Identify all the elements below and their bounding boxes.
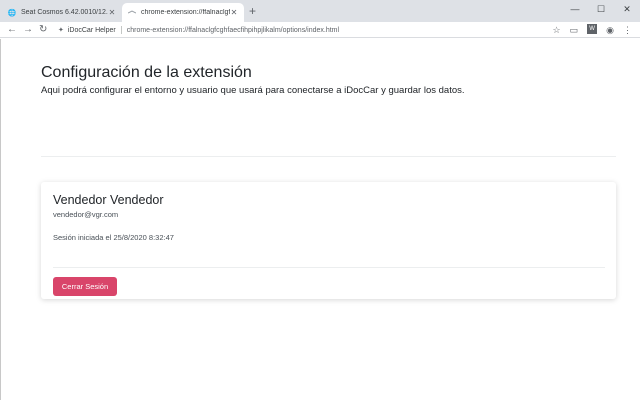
user-email: vendedor@vgr.com: [53, 210, 119, 219]
puzzle-icon: ✦: [58, 27, 64, 34]
profile-icon[interactable]: ◉: [606, 24, 614, 36]
page-description: Aqui podrá configurar el entorno y usuar…: [41, 85, 465, 96]
tab-title: chrome-extension://ffalnaclgfcgh...: [141, 9, 230, 16]
back-button[interactable]: ←: [7, 23, 17, 37]
extension-chip: ✦ iDocCar Helper: [58, 26, 122, 34]
tab-close-icon[interactable]: ✕: [108, 8, 116, 17]
address-bar[interactable]: ✦ iDocCar Helper chrome-extension://ffal…: [58, 23, 591, 37]
card-divider: [53, 267, 605, 268]
new-tab-button[interactable]: +: [249, 4, 256, 18]
extension-action-icon[interactable]: ▭: [570, 24, 579, 36]
page-title: Configuración de la extensión: [41, 64, 252, 81]
logout-button[interactable]: Cerrar Sesión: [53, 277, 117, 296]
url-text[interactable]: chrome-extension://ffalnaclgfcghfaecfihp…: [127, 27, 339, 34]
toolbar-icons: ☆ ▭ W ◉ ⋮: [553, 24, 632, 36]
tab-strip: 🌐 Seat Cosmos 6.42.0010/12.11.1183 ✕ chr…: [0, 0, 640, 22]
close-window-button[interactable]: ✕: [614, 0, 640, 18]
menu-icon[interactable]: ⋮: [623, 24, 632, 36]
tab-seat-cosmos[interactable]: 🌐 Seat Cosmos 6.42.0010/12.11.1183 ✕: [2, 3, 122, 22]
divider: [41, 156, 616, 157]
extension-tab-icon: [128, 9, 136, 17]
extension-chip-label: iDocCar Helper: [67, 26, 116, 34]
forward-button[interactable]: →: [23, 23, 33, 37]
tab-extension-options[interactable]: chrome-extension://ffalnaclgfcgh... ✕: [122, 3, 244, 22]
window-controls: — ☐ ✕: [562, 0, 640, 22]
restore-button[interactable]: ☐: [588, 0, 614, 18]
bookmark-star-icon[interactable]: ☆: [553, 24, 561, 36]
extension-w-icon[interactable]: W: [587, 24, 598, 34]
tab-close-icon[interactable]: ✕: [230, 8, 238, 17]
user-card: Vendedor Vendedor vendedor@vgr.com Sesió…: [41, 182, 616, 299]
window-edge: [0, 39, 1, 400]
tab-title: Seat Cosmos 6.42.0010/12.11.1183: [21, 9, 108, 16]
options-page: Configuración de la extensión Aqui podrá…: [0, 39, 640, 400]
user-name: Vendedor Vendedor: [53, 193, 164, 207]
reload-button[interactable]: ↻: [39, 23, 47, 37]
session-info: Sesión iniciada el 25/8/2020 8:32:47: [53, 233, 174, 242]
globe-icon: 🌐: [7, 9, 17, 17]
browser-toolbar: ← → ↻ ✦ iDocCar Helper chrome-extension:…: [0, 22, 640, 38]
minimize-button[interactable]: —: [562, 0, 588, 18]
